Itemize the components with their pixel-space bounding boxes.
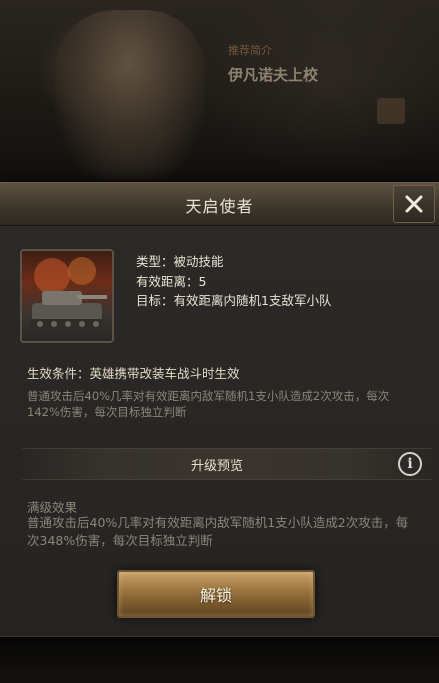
info-icon: i bbox=[407, 456, 413, 472]
upgrade-preview-bar: 升级预览 i bbox=[22, 448, 432, 480]
dialog-title: 天启使者 bbox=[185, 197, 254, 216]
hero-tag: 推荐简介 bbox=[228, 44, 272, 57]
upgrade-preview-title: 升级预览 bbox=[190, 459, 243, 474]
background-bottom bbox=[0, 640, 439, 683]
skill-range: 有效距离：5 bbox=[136, 274, 207, 289]
hero-detail-button bbox=[377, 98, 405, 124]
unlock-button[interactable]: 解锁 bbox=[117, 570, 315, 618]
skill-icon bbox=[20, 249, 114, 343]
skill-description: 普通攻击后40%几率对有效距离内敌军随机1支小队造成2次攻击，每次142%伤害，… bbox=[27, 389, 390, 419]
tank-icon bbox=[30, 257, 107, 329]
effect-condition: 生效条件：英雄携带改装车战斗时生效 bbox=[27, 366, 240, 381]
skill-target: 目标：有效距离内随机1支敌军小队 bbox=[136, 293, 332, 308]
hero-portrait bbox=[55, 10, 205, 180]
hero-name: 伊凡诺夫上校 bbox=[228, 66, 319, 84]
skill-dialog: 天启使者 类型：被动技能 有效距离：5 目标：有效距离内随机1支敌军小队 生效条… bbox=[0, 182, 439, 637]
close-icon bbox=[405, 195, 423, 213]
max-level-description: 普通攻击后40%几率对有效距离内敌军随机1支小队造成2次攻击，每次348%伤害，… bbox=[27, 515, 409, 548]
info-button[interactable]: i bbox=[398, 452, 422, 476]
skill-type: 类型：被动技能 bbox=[136, 254, 224, 269]
close-button[interactable] bbox=[393, 185, 435, 223]
dialog-title-bar: 天启使者 bbox=[0, 183, 439, 226]
